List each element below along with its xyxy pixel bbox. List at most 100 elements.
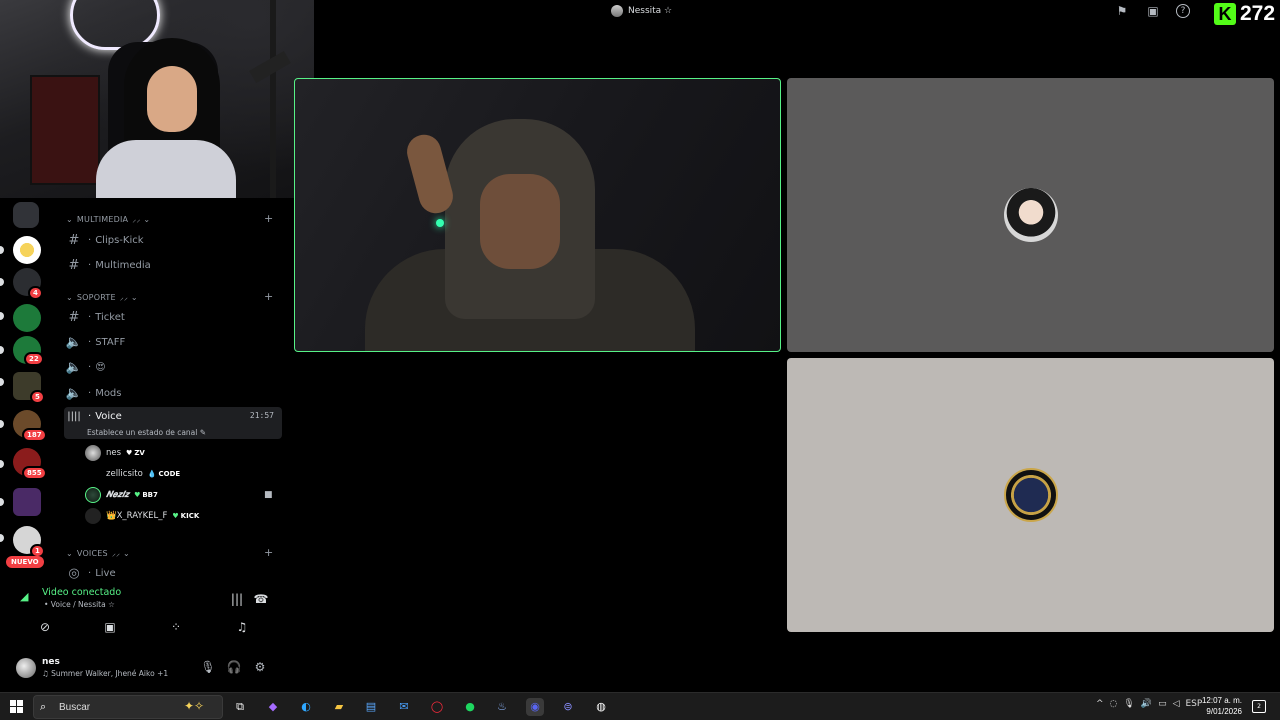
kick-viewer-counter: K 272 bbox=[1214, 2, 1275, 26]
camera-off-icon[interactable]: ⊘ bbox=[36, 620, 54, 634]
copilot-icon[interactable]: ◆ bbox=[264, 698, 282, 716]
channel-live[interactable]: ◎ · Live bbox=[64, 562, 282, 581]
voice-connection-panel: ◢ Video conectado • Voice / Nessita ☆ ||… bbox=[8, 580, 280, 650]
screen-share-icon[interactable]: ▣ bbox=[1146, 4, 1160, 18]
spotify-icon[interactable]: ● bbox=[461, 698, 479, 716]
add-channel-icon[interactable]: + bbox=[264, 546, 273, 559]
volume-icon[interactable]: ◁ bbox=[1173, 699, 1180, 709]
server-icon[interactable] bbox=[13, 236, 41, 264]
app-icon[interactable]: ⊜ bbox=[559, 698, 577, 716]
channel-multimedia[interactable]: # · Multimedia bbox=[64, 254, 282, 276]
microphone-icon[interactable]: 🎙 bbox=[1123, 699, 1134, 709]
tray-app-icon[interactable]: ◌ bbox=[1110, 699, 1118, 709]
unread-pill bbox=[0, 460, 4, 468]
voice-status-title[interactable]: Video conectado bbox=[42, 587, 121, 598]
file-explorer-icon[interactable]: ▰ bbox=[330, 698, 348, 716]
voice-user[interactable]: 👑X_RAYKEL_F ♥ KICK bbox=[85, 506, 199, 526]
server-icon[interactable] bbox=[13, 304, 41, 332]
clock-time: 12:07 a. m. bbox=[1201, 696, 1242, 705]
headphones-icon[interactable]: 🎧 bbox=[226, 660, 242, 674]
speaker-lock-icon: 🔈 bbox=[65, 334, 83, 350]
voice-user[interactable]: zellicsito 💧 CODE bbox=[106, 464, 180, 484]
steam-icon[interactable]: ♨ bbox=[493, 698, 511, 716]
disconnect-icon[interactable]: ☎ bbox=[252, 592, 270, 606]
kick-logo: K bbox=[1214, 3, 1236, 25]
system-tray: ^ ◌ 🎙 🔊 ▭ ◁ ESP bbox=[1096, 699, 1202, 709]
user-panel: nes ♫ Summer Walker, Jhené Aiko +1 🎙 🎧 ⚙ bbox=[8, 652, 280, 684]
chevron-up-icon[interactable]: ^ bbox=[1096, 699, 1104, 709]
category-deco: ⸝⸝ ⌄ bbox=[111, 549, 130, 558]
windows-start-icon[interactable] bbox=[10, 700, 23, 713]
streamer-webcam bbox=[0, 0, 314, 198]
voice-user-tag: ♥ BB7 bbox=[134, 491, 158, 499]
channel-label: 😍 bbox=[95, 361, 106, 373]
channel-label: Multimedia bbox=[95, 259, 151, 271]
taskbar-clock[interactable]: 12:07 a. m. 9/01/2026 bbox=[1200, 695, 1242, 717]
task-view-icon[interactable]: ⧉ bbox=[231, 698, 249, 716]
user-name[interactable]: nes bbox=[42, 657, 60, 667]
participant-avatar bbox=[1003, 188, 1058, 242]
avatar bbox=[85, 508, 101, 524]
mention-badge: 22 bbox=[24, 352, 44, 366]
main-video-tile[interactable] bbox=[294, 78, 781, 352]
channel-status-note[interactable]: Establece un estado de canal ✎ bbox=[87, 428, 206, 437]
flag-icon[interactable]: ⚑ bbox=[1115, 4, 1129, 18]
voice-user-tag: ♥ KICK bbox=[172, 512, 200, 520]
channel-staff[interactable]: 🔈 · STAFF bbox=[64, 331, 282, 353]
soundboard-icon[interactable]: ♫ bbox=[233, 620, 251, 634]
channel-prefix: · bbox=[88, 567, 92, 579]
noise-suppression-icon[interactable]: ||| bbox=[228, 592, 246, 606]
screen-share-icon[interactable]: ▣ bbox=[101, 620, 119, 634]
channel-clips-kick[interactable]: # · Clips-Kick bbox=[64, 229, 282, 251]
category-multimedia[interactable]: ⌄ MULTIMEDIA ⸝⸝ ⌄ bbox=[66, 214, 150, 225]
network-icon[interactable]: ▭ bbox=[1158, 699, 1167, 709]
category-voices[interactable]: ⌄ VOICES ⸝⸝ ⌄ bbox=[66, 548, 130, 559]
add-channel-icon[interactable]: + bbox=[264, 212, 273, 225]
participant-tile[interactable] bbox=[787, 358, 1274, 632]
channel-mods[interactable]: 🔈 · Mods bbox=[64, 382, 282, 404]
server-icon[interactable] bbox=[13, 488, 41, 516]
chevron-down-icon: ⌄ bbox=[66, 215, 73, 224]
voice-user-name: 👑X_RAYKEL_F bbox=[106, 511, 168, 521]
speaker-lock-icon: 🔈 bbox=[65, 385, 83, 401]
opera-icon[interactable]: ◯ bbox=[428, 698, 446, 716]
category-soporte[interactable]: ⌄ SOPORTE ⸝⸝ ⌄ bbox=[66, 292, 138, 303]
voice-user[interactable]: 𝑵𝒆𝒛𝒍𝒛 ♥ BB7 bbox=[85, 485, 158, 505]
voice-status-subtitle[interactable]: • Voice / Nessita ☆ bbox=[44, 600, 115, 609]
speaker-icon: 🔈 bbox=[65, 359, 83, 375]
channel-ticket[interactable]: # · Ticket bbox=[64, 306, 282, 328]
participant-tile[interactable] bbox=[787, 78, 1274, 352]
channel-label: Live bbox=[95, 567, 116, 579]
channel-emoji[interactable]: 🔈 · 😍 bbox=[64, 356, 282, 378]
unread-pill bbox=[0, 420, 4, 428]
channel-label: STAFF bbox=[95, 336, 126, 348]
channel-prefix: · bbox=[88, 311, 92, 323]
avatar[interactable] bbox=[16, 658, 36, 678]
mention-badge: 187 bbox=[22, 428, 47, 442]
voice-user[interactable]: nes ♥ ZV bbox=[85, 443, 145, 463]
speaker-icon[interactable]: 🔊 bbox=[1141, 699, 1152, 709]
title-avatar bbox=[611, 5, 623, 17]
category-deco: ⸝⸝ ⌄ bbox=[132, 215, 151, 224]
voice-bars-icon: |||| bbox=[67, 411, 81, 422]
server-icon[interactable] bbox=[13, 202, 39, 228]
store-icon[interactable]: ▤ bbox=[362, 698, 380, 716]
gear-icon[interactable]: ⚙ bbox=[252, 660, 268, 674]
avatar bbox=[85, 487, 101, 503]
activities-icon[interactable]: ⁘ bbox=[167, 620, 185, 634]
mail-icon[interactable]: ✉ bbox=[395, 698, 413, 716]
voice-user-name: nes bbox=[106, 448, 122, 458]
stage-icon: ◎ bbox=[68, 565, 80, 581]
edge-icon[interactable]: ◐ bbox=[297, 698, 315, 716]
microphone-icon[interactable]: 🎙 bbox=[200, 660, 216, 674]
hash-icon: # bbox=[68, 257, 80, 273]
taskbar-search[interactable]: ⌕ Buscar ✦✧ bbox=[33, 695, 223, 719]
add-channel-icon[interactable]: + bbox=[264, 290, 273, 303]
notification-icon[interactable]: 2 bbox=[1252, 700, 1266, 713]
help-icon[interactable]: ? bbox=[1176, 4, 1190, 18]
unread-pill bbox=[0, 312, 4, 320]
clock-date: 9/01/2026 bbox=[1206, 707, 1242, 716]
discord-icon[interactable]: ◉ bbox=[526, 698, 544, 716]
pencil-icon: ✎ bbox=[199, 428, 207, 437]
obs-icon[interactable]: ◍ bbox=[592, 698, 610, 716]
